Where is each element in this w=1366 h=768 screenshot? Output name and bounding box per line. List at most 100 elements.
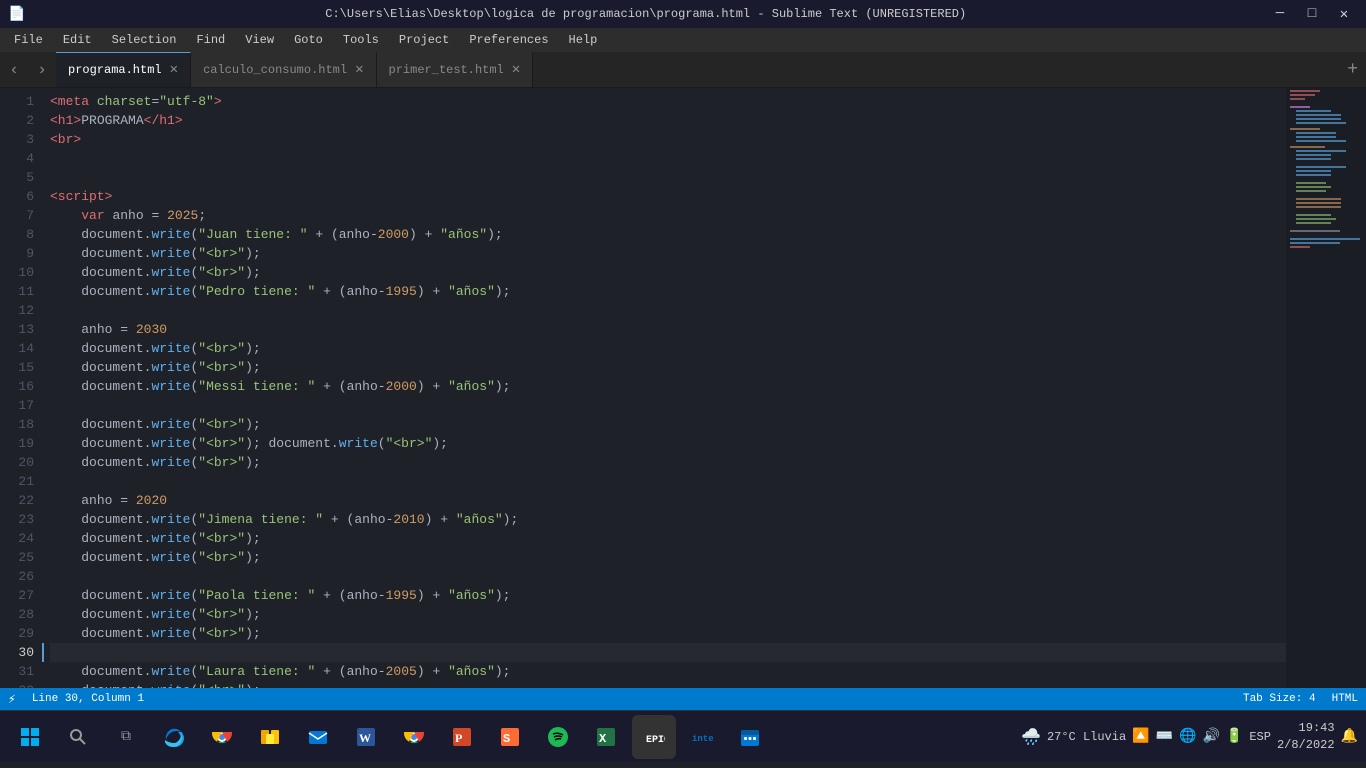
menu-view[interactable]: View bbox=[235, 28, 284, 52]
code-line: document.write("<br>"); bbox=[50, 415, 1286, 434]
menu-help[interactable]: Help bbox=[559, 28, 608, 52]
line-number: 2 bbox=[0, 111, 34, 130]
keyboard-icon: ⌨️ bbox=[1156, 728, 1173, 745]
intel-icon[interactable]: intel bbox=[680, 715, 724, 759]
tab-primer-test[interactable]: primer_test.html ✕ bbox=[377, 52, 534, 87]
editor-container: 1 2 3 4 5 6 7 8 9 10 11 12 13 14 15 16 1… bbox=[0, 88, 1366, 688]
start-button[interactable] bbox=[8, 715, 52, 759]
menu-goto[interactable]: Goto bbox=[284, 28, 333, 52]
line-number: 21 bbox=[0, 472, 34, 491]
powerpoint-icon[interactable]: P bbox=[440, 715, 484, 759]
calendar-icon[interactable] bbox=[728, 715, 772, 759]
maximize-button[interactable]: □ bbox=[1298, 0, 1326, 28]
battery-icon: 🔋 bbox=[1226, 728, 1243, 745]
line-number: 12 bbox=[0, 301, 34, 320]
code-line bbox=[50, 301, 1286, 320]
language-label[interactable]: ESP bbox=[1249, 730, 1271, 744]
menu-preferences[interactable]: Preferences bbox=[459, 28, 558, 52]
clock-date: 2/8/2022 bbox=[1277, 737, 1335, 754]
svg-text:intel: intel bbox=[692, 734, 713, 744]
menu-find[interactable]: Find bbox=[186, 28, 235, 52]
epic-games-icon[interactable]: EPIC bbox=[632, 715, 676, 759]
code-line bbox=[50, 168, 1286, 187]
code-line bbox=[50, 396, 1286, 415]
code-line: document.write("Pedro tiene: " + (anho-1… bbox=[50, 282, 1286, 301]
line-numbers: 1 2 3 4 5 6 7 8 9 10 11 12 13 14 15 16 1… bbox=[0, 88, 42, 688]
excel-icon[interactable]: X bbox=[584, 715, 628, 759]
svg-text:EPIC: EPIC bbox=[646, 735, 665, 746]
mail-icon[interactable] bbox=[296, 715, 340, 759]
minimap bbox=[1286, 88, 1366, 688]
tab-close-button[interactable]: ✕ bbox=[355, 63, 363, 77]
svg-text:S: S bbox=[503, 732, 510, 746]
edge-icon[interactable] bbox=[152, 715, 196, 759]
code-line: document.write("Paola tiene: " + (anho-1… bbox=[50, 586, 1286, 605]
task-view-button[interactable]: ⧉ bbox=[104, 715, 148, 759]
tab-back-button[interactable]: ‹ bbox=[0, 52, 28, 87]
window-icon: 📄 bbox=[8, 6, 25, 23]
code-line: anho = 2020 bbox=[50, 491, 1286, 510]
code-line bbox=[50, 149, 1286, 168]
chrome2-icon[interactable] bbox=[392, 715, 436, 759]
code-line: anho = 2030 bbox=[50, 320, 1286, 339]
word-icon[interactable]: W bbox=[344, 715, 388, 759]
tab-close-button[interactable]: ✕ bbox=[170, 63, 178, 77]
code-line: document.write("Laura tiene: " + (anho-2… bbox=[50, 662, 1286, 681]
tab-bar: ‹ › programa.html ✕ calculo_consumo.html… bbox=[0, 52, 1366, 88]
menu-project[interactable]: Project bbox=[389, 28, 459, 52]
minimize-button[interactable]: ─ bbox=[1266, 0, 1294, 28]
code-editor[interactable]: <meta charset="utf-8"> <h1>PROGRAMA</h1>… bbox=[42, 88, 1286, 688]
line-number: 4 bbox=[0, 149, 34, 168]
code-line bbox=[50, 472, 1286, 491]
title-bar: 📄 C:\Users\Elias\Desktop\logica de progr… bbox=[0, 0, 1366, 28]
close-button[interactable]: ✕ bbox=[1330, 0, 1358, 28]
taskbar: ⧉ W bbox=[0, 710, 1366, 762]
add-tab-button[interactable]: + bbox=[1347, 60, 1358, 80]
tab-calculo[interactable]: calculo_consumo.html ✕ bbox=[191, 52, 376, 87]
code-line: <br> bbox=[50, 130, 1286, 149]
syntax-label[interactable]: HTML bbox=[1332, 693, 1358, 705]
menu-file[interactable]: File bbox=[4, 28, 53, 52]
code-line: document.write("<br>"); bbox=[50, 681, 1286, 688]
line-number: 1 bbox=[0, 92, 34, 111]
code-line: document.write("<br>"); bbox=[50, 339, 1286, 358]
spotify-icon[interactable] bbox=[536, 715, 580, 759]
line-number: 26 bbox=[0, 567, 34, 586]
code-line: document.write("<br>"); bbox=[50, 624, 1286, 643]
clock-area[interactable]: 19:43 2/8/2022 bbox=[1277, 720, 1335, 754]
line-number: 9 bbox=[0, 244, 34, 263]
code-line: <meta charset="utf-8"> bbox=[50, 92, 1286, 111]
line-number: 6 bbox=[0, 187, 34, 206]
line-number: 18 bbox=[0, 415, 34, 434]
cursor-position[interactable]: Line 30, Column 1 bbox=[32, 693, 144, 705]
sublime-icon[interactable]: S bbox=[488, 715, 532, 759]
line-number: 5 bbox=[0, 168, 34, 187]
files-icon[interactable] bbox=[248, 715, 292, 759]
code-line: document.write("<br>"); bbox=[50, 358, 1286, 377]
tab-close-button[interactable]: ✕ bbox=[512, 63, 520, 77]
code-line bbox=[50, 567, 1286, 586]
line-number: 7 bbox=[0, 206, 34, 225]
tab-programa-html[interactable]: programa.html ✕ bbox=[56, 52, 191, 87]
notifications-icon: 🔼 bbox=[1132, 728, 1149, 745]
line-number: 13 bbox=[0, 320, 34, 339]
line-number: 15 bbox=[0, 358, 34, 377]
menu-tools[interactable]: Tools bbox=[333, 28, 389, 52]
chrome-icon[interactable] bbox=[200, 715, 244, 759]
taskbar-right: 🌧️ 27°C Lluvia 🔼 ⌨️ 🌐 🔊 🔋 ESP 19:43 2/8/… bbox=[1021, 720, 1358, 754]
code-line: document.write("<br>"); bbox=[50, 244, 1286, 263]
menu-edit[interactable]: Edit bbox=[53, 28, 102, 52]
code-line: <script> bbox=[50, 187, 1286, 206]
code-line: <h1>PROGRAMA</h1> bbox=[50, 111, 1286, 130]
tab-forward-button[interactable]: › bbox=[28, 52, 56, 87]
notifications-bell[interactable]: 🔔 bbox=[1341, 728, 1358, 745]
code-line: document.write("Jimena tiene: " + (anho-… bbox=[50, 510, 1286, 529]
line-number: 22 bbox=[0, 491, 34, 510]
line-number: 23 bbox=[0, 510, 34, 529]
tab-add-area: + bbox=[1339, 52, 1366, 87]
menu-selection[interactable]: Selection bbox=[102, 28, 187, 52]
tab-size[interactable]: Tab Size: 4 bbox=[1243, 693, 1316, 705]
search-button[interactable] bbox=[56, 715, 100, 759]
clock-time: 19:43 bbox=[1277, 720, 1335, 737]
title-controls: ─ □ ✕ bbox=[1266, 0, 1358, 28]
